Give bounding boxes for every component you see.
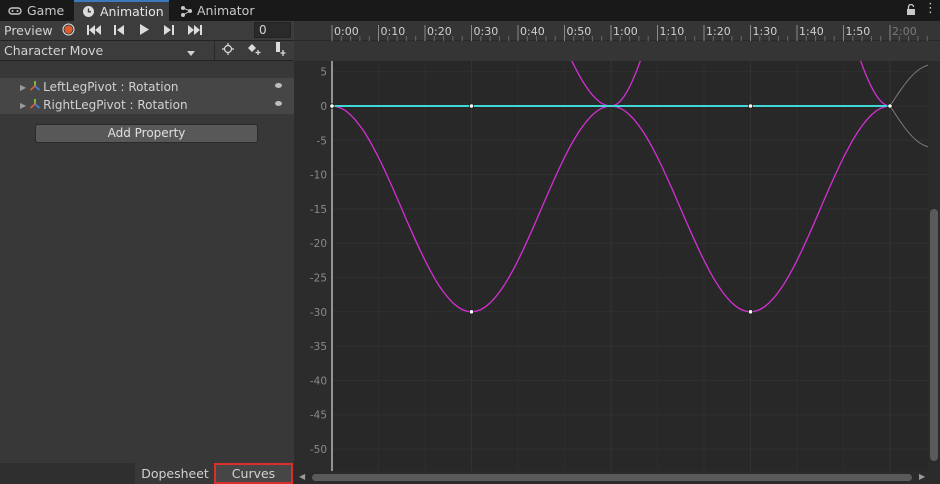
value-axis-label: -45 xyxy=(310,410,327,422)
prev-keyframe-button[interactable] xyxy=(107,21,131,40)
event-lane[interactable] xyxy=(294,41,940,61)
tab-game[interactable]: Game xyxy=(0,0,66,21)
play-button[interactable] xyxy=(132,21,156,40)
property-label: RightLegPivot : Rotation xyxy=(43,98,188,112)
value-axis-label: -15 xyxy=(310,204,327,216)
keyframe-point xyxy=(329,103,335,109)
ruler-label: 0:00 xyxy=(334,25,359,38)
keyframe-point xyxy=(747,309,754,315)
keyframe-point xyxy=(468,309,475,315)
keyframe-point xyxy=(747,103,754,109)
keyframe-point xyxy=(887,103,893,109)
ruler-label: 0:20 xyxy=(427,25,452,38)
curve-editor[interactable]: 5 0 -5 -10 -15 -20 -25 -30 -35 -40 -45 -50 xyxy=(294,23,940,471)
tab-curves[interactable]: Curves xyxy=(214,463,293,484)
ruler-label: 0:50 xyxy=(567,25,592,38)
frame-selected-button[interactable] xyxy=(216,41,240,60)
window-tab-bar: Game Animation Animator ⋮ xyxy=(0,0,940,21)
tab-animation-label: Animation xyxy=(100,4,164,19)
tab-animator[interactable]: Animator xyxy=(172,0,255,21)
view-mode-tabs: Dopesheet Curves xyxy=(0,463,294,484)
more-options-icon[interactable]: ⋮ xyxy=(924,2,937,16)
value-axis-label: -40 xyxy=(310,375,327,387)
clip-toolbar: Character Move xyxy=(0,41,294,61)
timeline-ruler[interactable]: 0:00 0:10 0:20 0:30 0:40 0:50 1:00 1:10 1:20 1:30… xyxy=(294,21,940,41)
playback-toolbar: Preview 0 xyxy=(0,21,294,41)
scroll-right-icon[interactable]: ▶ xyxy=(919,472,925,481)
tab-animation[interactable]: Animation xyxy=(74,0,169,21)
vertical-scrollbar[interactable] xyxy=(928,61,940,471)
value-axis-label: -25 xyxy=(310,273,327,285)
tab-game-label: Game xyxy=(27,3,65,18)
value-axis-label: -20 xyxy=(310,238,327,250)
play-icon xyxy=(139,23,149,38)
preview-toggle[interactable]: Preview xyxy=(4,23,53,38)
tab-dopesheet[interactable]: Dopesheet xyxy=(135,463,215,484)
add-keyframe-icon xyxy=(247,43,261,58)
curve-chart: 5 0 -5 -10 -15 -20 -25 -30 -35 -40 -45 -50 xyxy=(294,23,932,471)
step-back-icon xyxy=(114,24,124,38)
ruler-label: 1:40 xyxy=(799,25,824,38)
tab-animator-label: Animator xyxy=(197,3,255,18)
value-axis-label: 5 xyxy=(320,67,327,79)
transform-axis-icon xyxy=(29,98,41,113)
horizontal-scroll-thumb[interactable] xyxy=(312,474,912,481)
horizontal-scrollbar[interactable]: ◀ ▶ xyxy=(294,471,940,484)
expand-arrow-icon[interactable]: ▶ xyxy=(20,101,26,110)
value-axis-label: -35 xyxy=(310,341,327,353)
lock-icon[interactable] xyxy=(906,3,916,19)
ruler-label: 1:20 xyxy=(706,25,731,38)
curve-loop-tail-up xyxy=(889,64,932,107)
value-axis-label: -5 xyxy=(317,135,327,147)
toolbar-divider xyxy=(214,41,215,61)
time-ruler-svg: 0:00 0:10 0:20 0:30 0:40 0:50 1:00 1:10 1:20 1:30… xyxy=(331,25,928,41)
clock-icon xyxy=(82,5,95,18)
add-event-icon xyxy=(274,42,286,59)
ruler-label: 1:10 xyxy=(660,25,685,38)
curve-visibility-icon[interactable] xyxy=(275,83,282,88)
vertical-scroll-thumb[interactable] xyxy=(930,209,938,461)
gamepad-icon xyxy=(8,6,22,16)
skip-start-icon xyxy=(87,24,101,38)
curve-loop-tail-down xyxy=(889,105,932,148)
add-keyframe-button[interactable] xyxy=(242,41,266,60)
add-event-button[interactable] xyxy=(268,41,292,60)
ruler-label: 0:10 xyxy=(381,25,406,38)
add-property-button[interactable]: Add Property xyxy=(35,124,258,143)
ruler-label: 0:30 xyxy=(474,25,499,38)
transform-axis-icon xyxy=(29,80,41,95)
ruler-label: 1:50 xyxy=(846,25,871,38)
ruler-label: 2:00 xyxy=(892,25,917,38)
next-keyframe-button[interactable] xyxy=(157,21,181,40)
property-row-right-leg[interactable]: ▶ RightLegPivot : Rotation xyxy=(0,96,294,114)
right-leg-curve-rise-2 xyxy=(610,23,654,107)
first-keyframe-button[interactable] xyxy=(82,21,106,40)
expand-arrow-icon[interactable]: ▶ xyxy=(20,83,26,92)
value-axis-label: -30 xyxy=(310,307,327,319)
record-button[interactable] xyxy=(56,21,80,40)
property-row-left-leg[interactable]: ▶ LeftLegPivot : Rotation xyxy=(0,78,294,96)
ruler-label: 1:30 xyxy=(753,25,778,38)
property-label: LeftLegPivot : Rotation xyxy=(43,80,179,94)
curve-visibility-icon[interactable] xyxy=(275,101,282,106)
scroll-left-icon[interactable]: ◀ xyxy=(299,472,305,481)
value-axis-label: -10 xyxy=(310,170,327,182)
frame-input[interactable]: 0 xyxy=(254,22,291,38)
animator-icon xyxy=(180,5,192,17)
clip-dropdown-label[interactable]: Character Move xyxy=(4,43,103,58)
crosshair-icon xyxy=(222,43,234,58)
chevron-down-icon[interactable] xyxy=(187,46,195,60)
record-icon xyxy=(62,23,75,39)
value-axis-label: 0 xyxy=(320,101,327,113)
step-forward-icon xyxy=(164,24,174,38)
right-leg-curve-rise-1 xyxy=(554,23,612,107)
last-keyframe-button[interactable] xyxy=(183,21,207,40)
right-leg-curve-rise-3 xyxy=(847,23,891,107)
value-axis-label: -50 xyxy=(310,444,327,456)
keyframe-point xyxy=(468,103,475,109)
ruler-label: 1:00 xyxy=(613,25,638,38)
skip-end-icon xyxy=(188,24,202,38)
ruler-label: 0:40 xyxy=(520,25,545,38)
